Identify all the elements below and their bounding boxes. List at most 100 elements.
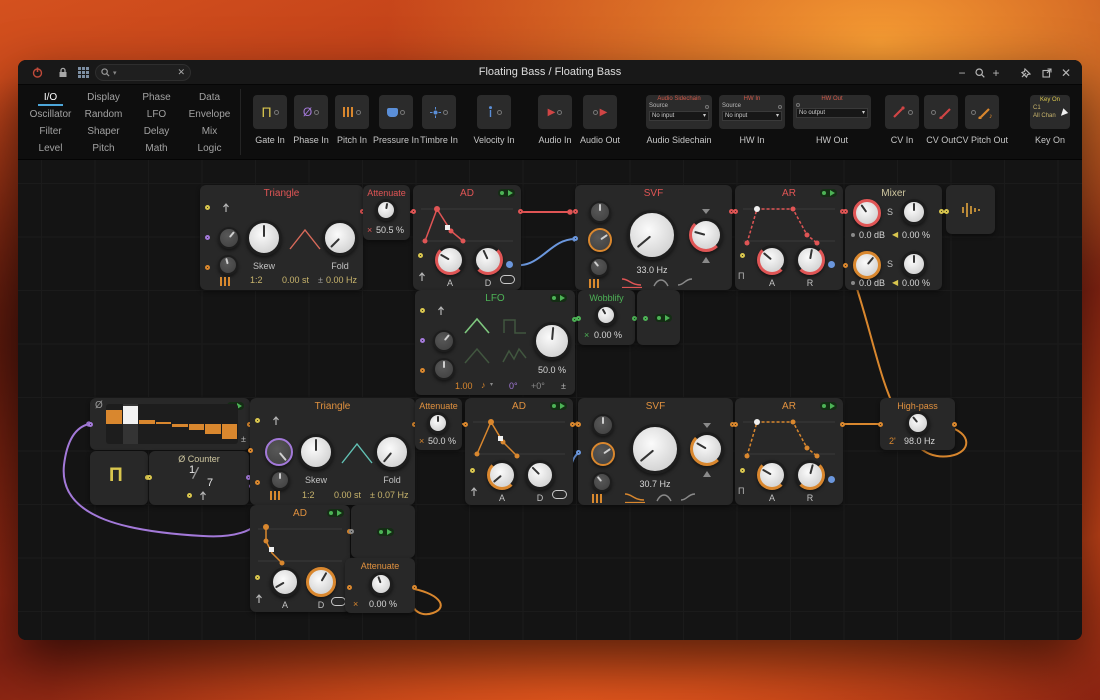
fold-knob[interactable] [322,220,358,256]
module-ar-2[interactable]: AR Π A R [735,398,843,505]
resonance-knob[interactable] [689,218,723,252]
module-gate-source[interactable]: Π [90,451,148,505]
gate-port[interactable] [470,468,475,473]
tile-velocity-in[interactable]: Velocity In [464,95,524,145]
retrigger-port[interactable] [205,205,210,210]
enable-toggle[interactable] [820,402,837,410]
wave-triangle2-icon[interactable] [463,346,491,366]
ch2-pan-knob[interactable] [901,251,927,277]
cutoff-mod-port[interactable] [573,236,578,241]
tile-timbre-in[interactable]: Timbre In [411,95,467,145]
decay-knob[interactable] [306,567,336,597]
category-oscillator[interactable]: Oscillator [24,107,77,124]
enable-toggle[interactable] [498,189,515,197]
module-ad-3[interactable]: AD A D [250,505,350,612]
out-port[interactable] [952,422,957,427]
gate-port[interactable] [255,575,260,580]
bandpass-icon[interactable] [653,276,669,288]
in-port[interactable] [576,316,581,321]
bandpass-icon[interactable] [656,491,672,503]
gate-port[interactable] [740,468,745,473]
release-knob[interactable] [795,245,825,275]
in-port[interactable] [411,209,416,214]
ch2-gain-mod-port[interactable] [851,281,855,285]
level-port[interactable] [506,261,513,268]
fold-knob[interactable] [374,434,410,470]
pitch-mod-knob[interactable] [218,255,238,275]
speaker-icon[interactable]: ◀ [892,278,898,287]
module-steps[interactable]: Ø ± [90,398,250,450]
category-display[interactable]: Display [77,90,130,107]
wave-random-icon[interactable] [501,346,529,366]
phase-mod-knob[interactable] [218,227,240,249]
retrigger-port[interactable] [420,308,425,313]
release-knob[interactable] [795,460,825,490]
level-port[interactable] [828,261,835,268]
tile-hw-out[interactable]: HW Out No output▾ HW Out [790,95,874,145]
ch1-gain-knob[interactable] [853,199,881,227]
attenuate-knob[interactable] [427,412,449,434]
ch1-pan-knob[interactable] [901,199,927,225]
skew-knob[interactable] [298,434,334,470]
category-phase[interactable]: Phase [130,90,183,107]
zoom-fit-button[interactable] [972,60,988,85]
in-port[interactable] [463,422,468,427]
enable-toggle[interactable] [820,189,837,197]
tile-key-on[interactable]: Key On C1 All Chan Key On [1022,95,1078,145]
module-svf-2[interactable]: SVF 30.7 Hz [578,398,733,505]
ad-envelope-display[interactable] [256,521,344,569]
module-wobblify[interactable]: Wobblify × 0.00 % [578,290,635,345]
attenuate-knob[interactable] [369,572,393,596]
detach-button[interactable] [1039,60,1055,85]
loop-icon[interactable] [500,275,515,284]
ar-envelope-display[interactable] [741,201,837,249]
octave-bars-icon[interactable] [270,491,282,500]
rate-port[interactable] [420,368,425,373]
gain-knob[interactable] [592,414,614,436]
ar-envelope-display[interactable] [741,414,837,462]
module-lfo[interactable]: LFO 50.0 % 1.00 ♪ ▾ 0° +0° ± [415,290,575,395]
enable-toggle[interactable] [655,314,672,322]
in-port[interactable] [878,422,883,427]
phase-port[interactable] [205,235,210,240]
module-triangle-2[interactable]: Triangle Skew Fold 1:2 0.00 st ± 0.07 Hz [250,398,415,505]
note-icon[interactable]: ♪ [481,380,486,390]
in-port[interactable] [643,316,648,321]
tile-hw-in[interactable]: HW In Source No input▾ HW In [712,95,792,145]
module-audio-out[interactable] [946,185,995,234]
skew-knob[interactable] [246,220,282,256]
module-attenuate-2[interactable]: Attenuate × 50.0 % [415,398,462,450]
out-port[interactable] [570,422,575,427]
amount-knob[interactable] [533,322,571,360]
module-green-small-2[interactable] [351,505,415,558]
retrigger-port[interactable] [255,418,260,423]
pitch-mod-knob[interactable] [270,470,290,490]
in-port[interactable] [347,585,352,590]
cutoff-mod-knob[interactable] [591,442,615,466]
wave-square-icon[interactable] [501,316,529,336]
pitch-port[interactable] [205,265,210,270]
tile-cv-in[interactable]: CV In [880,95,924,145]
steps-display[interactable] [106,404,238,444]
tile-audio-sidechain[interactable]: Audio Sidechain Source No input▾ Audio S… [635,95,723,145]
highpass-icon[interactable] [677,276,693,288]
in-port[interactable] [733,422,738,427]
module-attenuate-3[interactable]: Attenuate × 0.00 % [345,558,415,613]
module-attenuate-1[interactable]: Attenuate × 50.5 % [363,185,410,240]
lowpass-icon[interactable] [624,491,646,503]
resonance-knob[interactable] [690,432,724,466]
enable-toggle[interactable] [327,509,344,517]
decay-knob[interactable] [473,245,503,275]
tile-audio-out[interactable]: ▶ Audio Out [572,95,628,145]
decay-knob[interactable] [525,460,555,490]
module-highpass[interactable]: High-pass 2' 98.0 Hz [880,398,955,450]
lowpass-icon[interactable] [621,276,643,288]
attenuate-knob[interactable] [375,199,397,221]
keytrack-bars-icon[interactable] [592,494,604,503]
module-counter[interactable]: Ø Counter 1 / 7 [149,451,249,505]
gate-port[interactable] [418,253,423,258]
module-ad-2[interactable]: AD A D [465,398,573,505]
module-ad-1[interactable]: AD A D [413,185,521,290]
phase-in-port[interactable] [88,422,93,427]
enable-toggle[interactable] [550,402,567,410]
